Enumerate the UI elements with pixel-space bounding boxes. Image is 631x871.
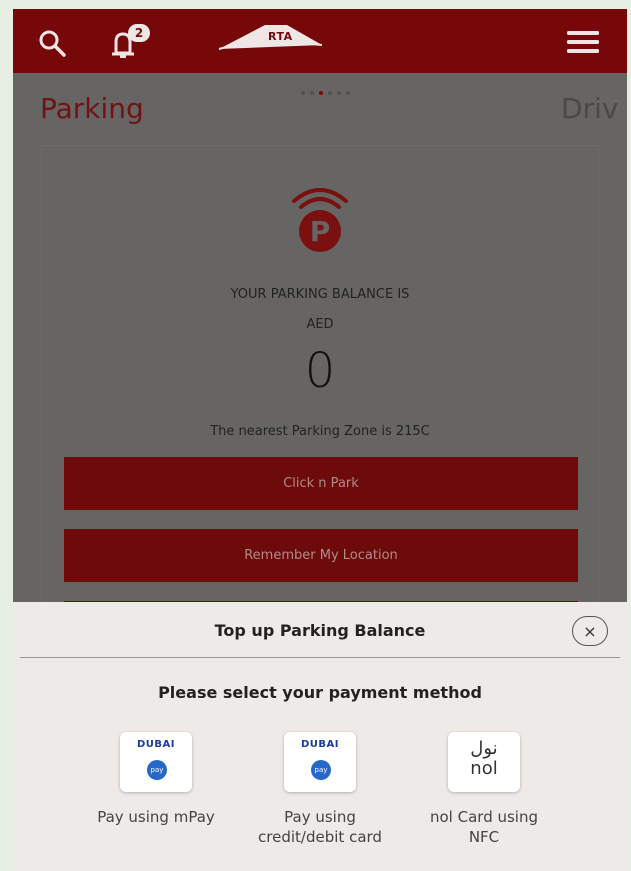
top-bar: 2 RTA [13,9,627,73]
carousel-dot[interactable] [337,91,341,95]
carousel-dot[interactable] [346,91,350,95]
close-icon: × [583,621,597,641]
pay-badge: pay [147,760,167,780]
payment-method-prompt: Please select your payment method [158,683,482,702]
notification-badge: 2 [128,24,150,42]
search-icon[interactable] [37,28,67,58]
balance-value: 0 [304,343,336,399]
carousel-dot-active[interactable] [319,91,323,95]
section-title-next[interactable]: Driv [561,92,618,125]
nearest-zone-text: The nearest Parking Zone is 215C [210,424,430,439]
nol-card-icon: نول nol [448,732,520,792]
section-title-parking: Parking [40,92,144,125]
carousel-indicator [301,91,350,95]
dubai-pay-icon: DUBAI pay [284,732,356,792]
rta-logo-text: RTA [268,30,293,43]
payment-option-label: Pay using credit/debit card [258,808,382,846]
dubai-pay-logo-text: DUBAI [300,739,339,750]
balance-label: YOUR PARKING BALANCE IS [230,287,410,302]
app-screen: 2 RTA Parking Driv P YOUR PARKING BALANC… [13,9,627,871]
sheet-title: Top up Parking Balance [214,621,426,640]
svg-text:P: P [310,215,331,248]
divider [20,657,620,658]
click-n-park-button[interactable]: Click n Park [64,457,578,510]
payment-option-mpay[interactable]: DUBAI pay Pay using mPay [86,732,226,827]
remember-location-button[interactable]: Remember My Location [64,529,578,582]
close-button[interactable]: × [572,616,608,646]
pay-badge: pay [311,760,331,780]
balance-currency: AED [306,317,334,332]
carousel-dot[interactable] [301,91,305,95]
nol-logo-text: نول nol [448,739,520,779]
carousel-dot[interactable] [310,91,314,95]
nol-latin-text: nol [470,758,498,779]
menu-icon[interactable] [565,29,601,55]
nol-arabic-text: نول [470,738,498,759]
carousel-dot[interactable] [328,91,332,95]
payment-option-label: nol Card using NFC [430,808,538,846]
topup-sheet: Top up Parking Balance × Please select y… [13,602,627,871]
payment-option-card[interactable]: DUBAI pay Pay using credit/debit card [250,732,390,847]
parking-icon: P [292,188,348,252]
payment-option-label: Pay using mPay [97,808,215,826]
dubai-pay-icon: DUBAI pay [120,732,192,792]
dubai-pay-logo-text: DUBAI [136,739,175,750]
payment-option-nol[interactable]: نول nol nol Card using NFC [414,732,554,847]
